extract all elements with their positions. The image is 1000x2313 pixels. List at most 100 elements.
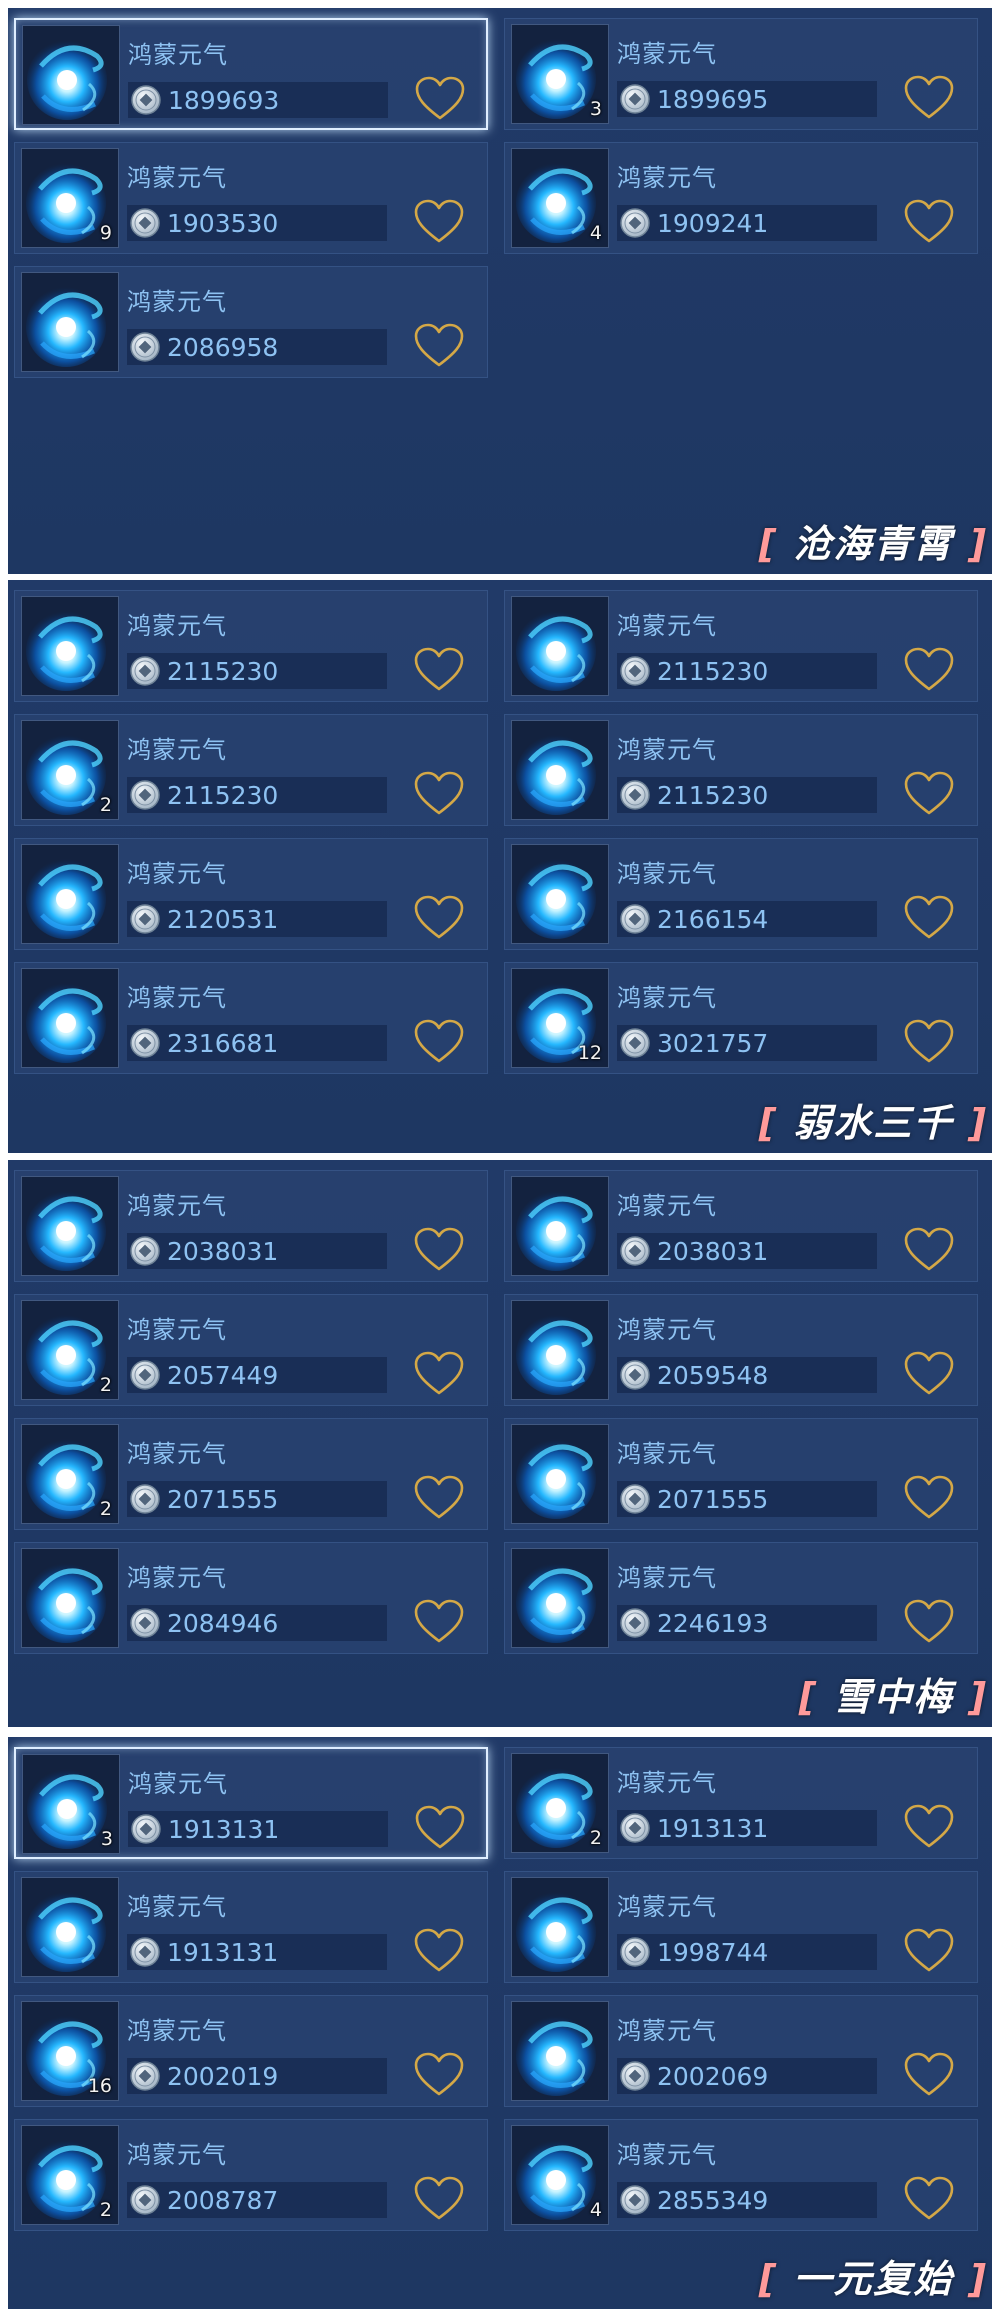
listing-card[interactable]: 2 鸿蒙元气 1913131: [504, 1747, 978, 1859]
favorite-heart-icon[interactable]: [413, 1351, 465, 1397]
listing-card[interactable]: 3 鸿蒙元气 1913131: [14, 1747, 488, 1859]
item-thumbnail[interactable]: [511, 1300, 609, 1400]
listing-card[interactable]: 9 鸿蒙元气 1903530: [14, 142, 488, 254]
item-thumbnail[interactable]: [21, 596, 119, 696]
favorite-heart-icon[interactable]: [413, 1928, 465, 1974]
listing-card[interactable]: 鸿蒙元气 2316681: [14, 962, 488, 1074]
item-thumbnail[interactable]: 4: [511, 148, 609, 248]
listing-card[interactable]: 鸿蒙元气 2086958: [14, 266, 488, 378]
listing-card[interactable]: 2 鸿蒙元气 2057449: [14, 1294, 488, 1406]
favorite-heart-icon[interactable]: [903, 1928, 955, 1974]
listing-card[interactable]: 4 鸿蒙元气 1909241: [504, 142, 978, 254]
listing-card[interactable]: 鸿蒙元气 2120531: [14, 838, 488, 950]
item-thumbnail[interactable]: 9: [21, 148, 119, 248]
favorite-heart-icon[interactable]: [413, 771, 465, 817]
item-thumbnail[interactable]: 3: [511, 24, 609, 124]
item-thumbnail[interactable]: [21, 968, 119, 1068]
item-thumbnail[interactable]: [21, 272, 119, 372]
bracket-left: [: [758, 1101, 794, 1145]
listing-card[interactable]: 16 鸿蒙元气 2002019: [14, 1995, 488, 2107]
price-field: 1913131: [127, 1934, 387, 1970]
listing-card[interactable]: 鸿蒙元气 2166154: [504, 838, 978, 950]
favorite-heart-icon[interactable]: [413, 1227, 465, 1273]
item-thumbnail[interactable]: [511, 1877, 609, 1977]
listing-card[interactable]: 鸿蒙元气 2059548: [504, 1294, 978, 1406]
listing-card[interactable]: 鸿蒙元气 1913131: [14, 1871, 488, 1983]
favorite-heart-icon[interactable]: [413, 2176, 465, 2222]
favorite-heart-icon[interactable]: [903, 771, 955, 817]
listing-card[interactable]: 鸿蒙元气 1899693: [14, 18, 488, 130]
listing-card[interactable]: 2 鸿蒙元气 2008787: [14, 2119, 488, 2231]
favorite-heart-icon[interactable]: [413, 1019, 465, 1065]
listing-card[interactable]: 2 鸿蒙元气 2071555: [14, 1418, 488, 1530]
item-thumbnail[interactable]: [21, 1877, 119, 1977]
coin-icon: [620, 2061, 650, 2091]
item-thumbnail[interactable]: 2: [21, 720, 119, 820]
item-thumbnail[interactable]: [22, 25, 120, 125]
favorite-heart-icon[interactable]: [903, 1475, 955, 1521]
section-tag-label: 一元复始: [793, 2257, 954, 2301]
favorite-heart-icon[interactable]: [903, 1019, 955, 1065]
item-thumbnail[interactable]: [21, 844, 119, 944]
item-thumbnail[interactable]: [511, 1424, 609, 1524]
price-field: 1899693: [128, 82, 388, 118]
item-thumbnail[interactable]: [511, 844, 609, 944]
favorite-heart-icon[interactable]: [414, 76, 466, 122]
listing-card[interactable]: 鸿蒙元气 2115230: [504, 590, 978, 702]
listing-card[interactable]: 鸿蒙元气 2246193: [504, 1542, 978, 1654]
item-thumbnail[interactable]: [511, 1548, 609, 1648]
favorite-heart-icon[interactable]: [413, 2052, 465, 2098]
favorite-heart-icon[interactable]: [413, 1475, 465, 1521]
favorite-heart-icon[interactable]: [903, 647, 955, 693]
favorite-heart-icon[interactable]: [903, 199, 955, 245]
item-thumbnail[interactable]: [511, 720, 609, 820]
item-thumbnail[interactable]: 2: [21, 1424, 119, 1524]
item-thumbnail[interactable]: 3: [22, 1754, 120, 1854]
listing-card[interactable]: 鸿蒙元气 2002069: [504, 1995, 978, 2107]
favorite-heart-icon[interactable]: [413, 1599, 465, 1645]
section-tag: [ 沧海青霄 ]: [759, 513, 988, 568]
item-thumbnail[interactable]: [511, 2001, 609, 2101]
item-name: 鸿蒙元气: [617, 1192, 717, 1220]
price-field: 2086958: [127, 329, 387, 365]
favorite-heart-icon[interactable]: [903, 75, 955, 121]
favorite-heart-icon[interactable]: [413, 647, 465, 693]
coin-icon: [131, 85, 161, 115]
listing-card[interactable]: 3 鸿蒙元气 1899695: [504, 18, 978, 130]
item-thumbnail[interactable]: [21, 1548, 119, 1648]
item-thumbnail[interactable]: 4: [511, 2125, 609, 2225]
listing-card[interactable]: 12 鸿蒙元气 3021757: [504, 962, 978, 1074]
favorite-heart-icon[interactable]: [903, 895, 955, 941]
listing-card[interactable]: 4 鸿蒙元气 2855349: [504, 2119, 978, 2231]
listing-panel: 鸿蒙元气 2115230 鸿蒙元气 2115230 2 鸿蒙元气 2115230…: [8, 580, 992, 1153]
listing-card[interactable]: 鸿蒙元气 2038031: [14, 1170, 488, 1282]
favorite-heart-icon[interactable]: [413, 895, 465, 941]
item-thumbnail[interactable]: 16: [21, 2001, 119, 2101]
favorite-heart-icon[interactable]: [413, 199, 465, 245]
listing-card[interactable]: 鸿蒙元气 2071555: [504, 1418, 978, 1530]
favorite-heart-icon[interactable]: [414, 1805, 466, 1851]
favorite-heart-icon[interactable]: [903, 2052, 955, 2098]
item-thumbnail[interactable]: 2: [21, 2125, 119, 2225]
item-thumbnail[interactable]: [511, 1176, 609, 1276]
nebula-orb-icon: [512, 845, 608, 943]
favorite-heart-icon[interactable]: [903, 1599, 955, 1645]
item-thumbnail[interactable]: 2: [21, 1300, 119, 1400]
favorite-heart-icon[interactable]: [903, 2176, 955, 2222]
favorite-heart-icon[interactable]: [903, 1804, 955, 1850]
favorite-heart-icon[interactable]: [413, 323, 465, 369]
item-thumbnail[interactable]: 2: [511, 1753, 609, 1853]
coin-icon: [620, 904, 650, 934]
listing-card[interactable]: 鸿蒙元气 2084946: [14, 1542, 488, 1654]
listing-card[interactable]: 鸿蒙元气 1998744: [504, 1871, 978, 1983]
favorite-heart-icon[interactable]: [903, 1227, 955, 1273]
item-thumbnail[interactable]: [21, 1176, 119, 1276]
item-thumbnail[interactable]: [511, 596, 609, 696]
listing-panel: 鸿蒙元气 1899693 3 鸿蒙元气 1899695 9 鸿蒙元气 19035…: [8, 8, 992, 574]
item-thumbnail[interactable]: 12: [511, 968, 609, 1068]
listing-card[interactable]: 鸿蒙元气 2115230: [504, 714, 978, 826]
listing-card[interactable]: 鸿蒙元气 2115230: [14, 590, 488, 702]
listing-card[interactable]: 2 鸿蒙元气 2115230: [14, 714, 488, 826]
listing-card[interactable]: 鸿蒙元气 2038031: [504, 1170, 978, 1282]
favorite-heart-icon[interactable]: [903, 1351, 955, 1397]
